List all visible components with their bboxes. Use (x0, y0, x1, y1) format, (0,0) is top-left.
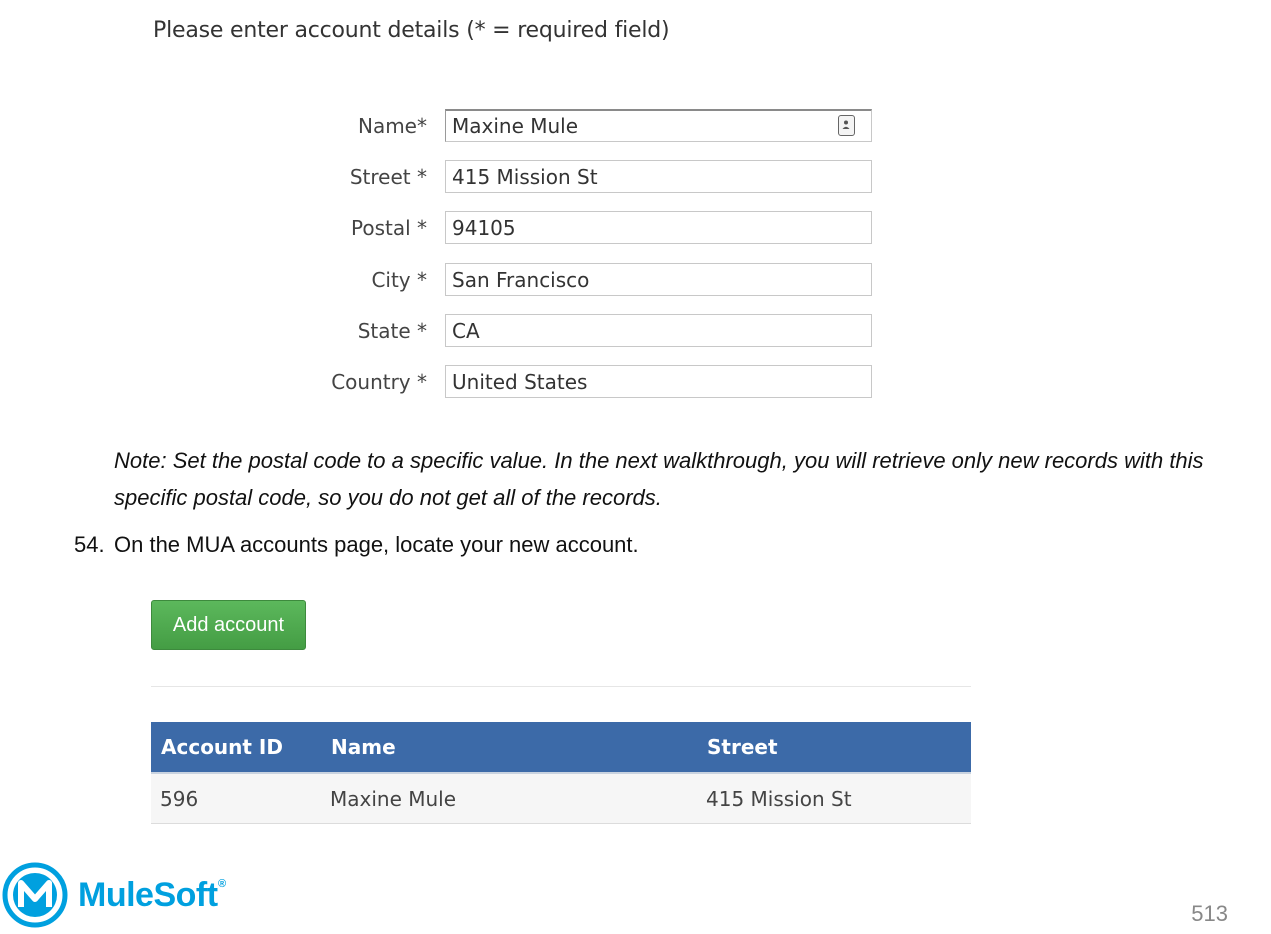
name-label: Name* (357, 114, 427, 138)
account-street-cell: 415 Mission St (697, 773, 971, 824)
accounts-table: Account ID Name Street 596 Maxine Mule 4… (151, 722, 971, 824)
postal-field[interactable] (445, 211, 872, 244)
form-row-name: Name* (0, 109, 1271, 143)
add-account-button[interactable]: Add account (151, 600, 306, 650)
name-field[interactable] (445, 109, 872, 142)
column-header-street[interactable]: Street (697, 722, 971, 774)
form-row-postal: Postal * (0, 211, 1271, 245)
logo-text: MuleSoft ® (78, 875, 226, 915)
note-text: Note: Set the postal code to a specific … (114, 448, 1204, 510)
form-row-city: City * (0, 263, 1271, 297)
step-text: On the MUA accounts page, locate your ne… (114, 532, 639, 557)
country-label: Country * (331, 370, 427, 394)
form-row-street: Street * (0, 160, 1271, 194)
postal-label: Postal * (350, 216, 427, 240)
registered-mark: ® (217, 877, 226, 890)
table-row[interactable]: 596 Maxine Mule 415 Mission St (151, 773, 971, 824)
page-number: 513 (1191, 901, 1228, 926)
column-header-name[interactable]: Name (321, 722, 697, 774)
account-id-cell: 596 (151, 773, 321, 824)
street-label: Street * (349, 165, 427, 189)
brand-name: MuleSoft (78, 875, 218, 914)
form-intro: Please enter account details (* = requir… (153, 18, 670, 43)
mulesoft-logo-icon (2, 862, 68, 928)
city-label: City * (371, 268, 427, 292)
column-header-account-id[interactable]: Account ID (151, 722, 321, 774)
table-header-row: Account ID Name Street (151, 722, 971, 774)
account-name-cell: Maxine Mule (321, 773, 697, 824)
state-label: State * (357, 319, 427, 343)
form-row-state: State * (0, 314, 1271, 348)
mulesoft-logo: MuleSoft ® (2, 862, 226, 928)
step-number: 54. (74, 532, 105, 557)
contact-card-icon[interactable] (838, 115, 855, 136)
city-field[interactable] (445, 263, 872, 296)
form-row-country: Country * (0, 365, 1271, 399)
street-field[interactable] (445, 160, 872, 193)
divider (151, 686, 971, 687)
country-field[interactable] (445, 365, 872, 398)
state-field[interactable] (445, 314, 872, 347)
step-instruction: 54. On the MUA accounts page, locate your… (74, 532, 639, 558)
